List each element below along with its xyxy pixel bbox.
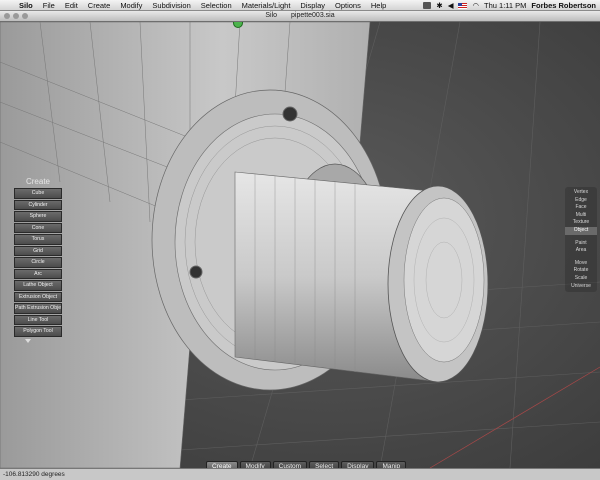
clock[interactable]: Thu 1:11 PM [484, 1, 526, 10]
volume-icon[interactable]: ◀ [448, 1, 454, 10]
menu-items: Silo File Edit Create Modify Subdivision Sele… [14, 1, 391, 10]
create-panel: Create Cube Cylinder Sphere Cone Torus Grid Ci… [14, 176, 62, 343]
create-cone-button[interactable]: Cone [14, 222, 62, 233]
mode-vertex[interactable]: Vertex [565, 189, 597, 197]
menu-subdivision[interactable]: Subdivision [147, 1, 195, 10]
create-cylinder-button[interactable]: Cylinder [14, 199, 62, 210]
input-flag-icon[interactable] [458, 2, 468, 9]
create-torus-button[interactable]: Torus [14, 234, 62, 245]
mode-paint[interactable]: Paint [565, 240, 597, 248]
scroll-down-icon[interactable] [25, 338, 31, 343]
menubar: Silo File Edit Create Modify Subdivision Sele… [0, 0, 600, 11]
menu-materials-light[interactable]: Materials/Light [237, 1, 296, 10]
create-cube-button[interactable]: Cube [14, 188, 62, 199]
mode-move[interactable]: Move [565, 260, 597, 268]
mode-texture[interactable]: Texture [565, 219, 597, 227]
menu-file[interactable]: File [38, 1, 60, 10]
create-panel-title: Create [25, 177, 50, 186]
create-circle-button[interactable]: Circle [14, 257, 62, 268]
wifi-icon[interactable]: ◠ [472, 1, 479, 10]
mode-multi[interactable]: Multi [565, 212, 597, 220]
user-name[interactable]: Forbes Robertson [531, 1, 596, 10]
create-polygon-tool-button[interactable]: Polygon Tool [14, 326, 62, 337]
create-lathe-object-button[interactable]: Lathe Object [14, 280, 62, 291]
selection-mode-panel: Vertex Edge Face Multi Texture Object Paint Are… [565, 187, 597, 293]
mode-edge[interactable]: Edge [565, 197, 597, 205]
mode-universe[interactable]: Universe [565, 283, 597, 291]
viewport-mesh [0, 22, 600, 468]
menu-display[interactable]: Display [295, 1, 330, 10]
mode-face[interactable]: Face [565, 204, 597, 212]
tray-icon[interactable] [423, 2, 432, 9]
create-arc-button[interactable]: Arc [14, 268, 62, 279]
window-titlebar: Silo pipette003.sia [0, 11, 600, 22]
window-document-name: pipette003.sia [291, 12, 335, 19]
bluetooth-icon[interactable]: ✱ [436, 1, 442, 10]
menu-options[interactable]: Options [330, 1, 366, 10]
mode-scale[interactable]: Scale [565, 275, 597, 283]
window-app-name: Silo [265, 12, 278, 19]
create-path-extrusion-object-button[interactable]: Path Extrusion Object [14, 303, 62, 314]
3d-viewport[interactable] [0, 22, 600, 468]
create-line-tool-button[interactable]: Line Tool [14, 314, 62, 325]
menu-app-name[interactable]: Silo [14, 1, 38, 10]
menu-edit[interactable]: Edit [60, 1, 83, 10]
menu-modify[interactable]: Modify [115, 1, 147, 10]
menu-create[interactable]: Create [83, 1, 116, 10]
menubar-extras: ✱ ◀ ◠ Thu 1:11 PM Forbes Robertson [423, 0, 596, 11]
window-title: Silo pipette003.sia [0, 12, 600, 19]
status-bar: -106.813290 degrees [0, 468, 600, 480]
menu-selection[interactable]: Selection [196, 1, 237, 10]
menu-help[interactable]: Help [366, 1, 391, 10]
status-text: -106.813290 degrees [3, 471, 65, 478]
mode-rotate[interactable]: Rotate [565, 267, 597, 275]
mode-area[interactable]: Area [565, 247, 597, 255]
create-grid-button[interactable]: Grid [14, 245, 62, 256]
create-sphere-button[interactable]: Sphere [14, 211, 62, 222]
mode-object[interactable]: Object [565, 226, 597, 235]
create-extrusion-object-button[interactable]: Extrusion Object [14, 291, 62, 302]
